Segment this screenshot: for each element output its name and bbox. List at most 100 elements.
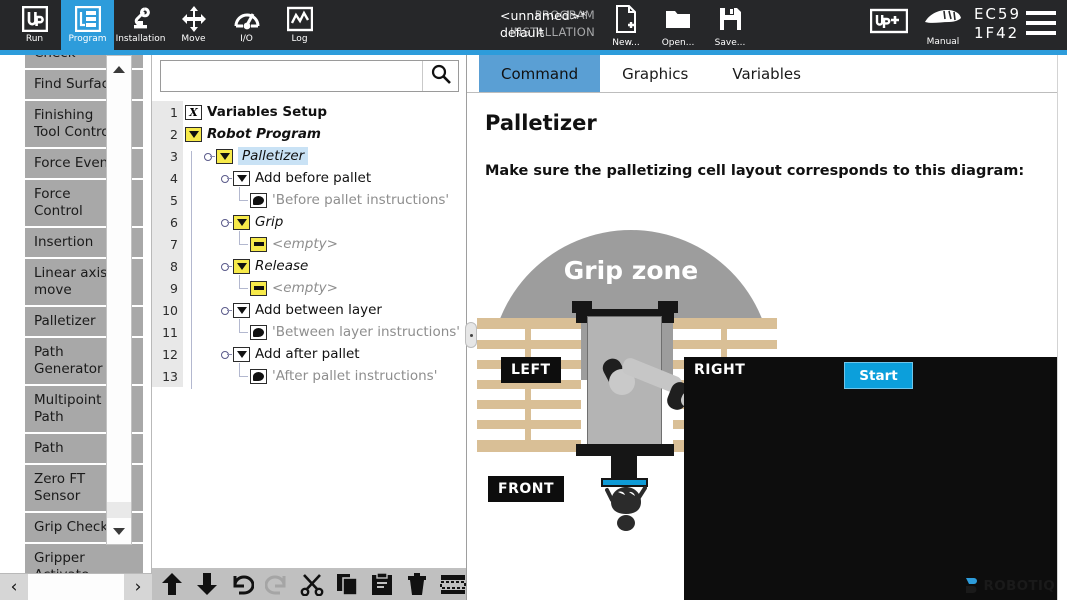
tree-row[interactable]: 6 Grip [152, 211, 466, 233]
search-input[interactable] [161, 61, 422, 91]
tree-row-content: Add before pallet [183, 167, 466, 189]
hscroll-left-button[interactable]: ‹ [0, 573, 28, 600]
tree-expand-pin-icon[interactable] [202, 145, 216, 167]
delete-icon[interactable] [405, 570, 430, 598]
tree-row-label: Add after pallet [255, 346, 360, 362]
paste-icon[interactable] [370, 570, 395, 598]
tree-row-number: 11 [152, 321, 183, 343]
tree-row[interactable]: 8 Release [152, 255, 466, 277]
tree-row-number: 6 [152, 211, 183, 233]
tree-expand-pin-icon[interactable] [219, 255, 233, 277]
node-toggle-icon[interactable] [233, 346, 250, 362]
sidebar-scroll-thumb[interactable] [107, 82, 131, 502]
tree-row[interactable]: 9 <empty> [152, 275, 466, 299]
cut-icon[interactable] [300, 570, 325, 598]
robotiq-logo-icon [964, 577, 979, 594]
sidebar-scroll-up-button[interactable] [107, 56, 131, 82]
tree-row[interactable]: 11 'Between layer instructions' [152, 319, 466, 343]
ur-plus-icon [869, 7, 909, 39]
save-floppy-icon [718, 5, 743, 37]
tree-expand-pin-icon[interactable] [219, 343, 233, 365]
folder-toggle-icon[interactable] [233, 214, 250, 230]
empty-node-icon[interactable] [250, 236, 267, 252]
sidebar-vertical-scrollbar[interactable] [106, 55, 132, 545]
tab-graphics[interactable]: Graphics [600, 55, 710, 92]
node-toggle-icon[interactable] [233, 170, 250, 186]
tree-row-label: Grip [255, 214, 284, 230]
nav-tab-program[interactable]: Program [61, 0, 114, 50]
tree-row[interactable]: 5 'Before pallet instructions' [152, 187, 466, 211]
search-button[interactable] [422, 61, 458, 91]
open-program-button[interactable]: Open... [652, 2, 704, 48]
tree-row-number: 5 [152, 189, 183, 211]
program-tree-panel: 1 X Variables Setup 2 Robot Program 3 Palletiz… [152, 55, 467, 600]
move-down-icon[interactable] [194, 570, 219, 598]
comment-icon[interactable] [250, 324, 267, 340]
save-program-button[interactable]: Save... [704, 2, 756, 48]
redo-icon[interactable] [264, 570, 289, 598]
tree-row[interactable]: 1 X Variables Setup [152, 101, 466, 123]
comment-icon[interactable] [250, 368, 267, 384]
robot-serial-id: EC59 1F42 [974, 0, 1021, 43]
tree-row-label: 'Between layer instructions' [272, 324, 460, 340]
ur-plus-button[interactable] [866, 0, 912, 39]
tree-row-content: Robot Program [183, 123, 466, 145]
tree-row[interactable]: 13 'After pallet instructions' [152, 363, 466, 387]
new-program-button[interactable]: New... [600, 2, 652, 48]
tree-row-number: 1 [152, 101, 183, 123]
tree-row[interactable]: 7 <empty> [152, 231, 466, 255]
tree-row[interactable]: 12 Add after pallet [152, 343, 466, 365]
nav-tab-installation[interactable]: Installation [114, 0, 167, 50]
hscroll-right-button[interactable]: › [124, 573, 152, 600]
tree-row[interactable]: 4 Add before pallet [152, 167, 466, 189]
start-button[interactable]: Start [844, 362, 913, 389]
tree-branch-elbow [236, 231, 250, 255]
tree-row-content: X Variables Setup [183, 101, 466, 123]
front-label: FRONT [488, 476, 565, 502]
nav-tab-move[interactable]: Move [167, 0, 220, 50]
installation-name-value: default [500, 25, 544, 40]
copy-icon[interactable] [335, 570, 360, 598]
search-icon [431, 64, 451, 88]
folder-toggle-icon[interactable] [216, 148, 233, 164]
sidebar-scroll-down-button[interactable] [107, 518, 131, 544]
folder-toggle-icon[interactable] [185, 126, 202, 142]
tree-row-content: <empty> [183, 275, 466, 299]
hamburger-menu-icon[interactable] [1021, 0, 1061, 35]
hscroll-track[interactable] [28, 573, 124, 600]
comment-icon[interactable] [250, 192, 267, 208]
tree-row-label: 'Before pallet instructions' [272, 192, 450, 208]
hscroll-thumb[interactable] [28, 573, 98, 600]
suppress-icon[interactable] [440, 570, 466, 598]
tab-command[interactable]: Command [479, 55, 601, 92]
right-panel-edge [1057, 55, 1067, 600]
empty-node-icon[interactable] [250, 280, 267, 296]
tree-row[interactable]: 3 Palletizer [152, 145, 466, 167]
tree-expand-pin-icon[interactable] [219, 167, 233, 189]
tree-expand-pin-icon[interactable] [219, 299, 233, 321]
tree-row[interactable]: 10 Add between layer [152, 299, 466, 321]
manual-mode-button[interactable]: Manual [912, 0, 974, 47]
tab-variables[interactable]: Variables [710, 55, 823, 92]
variables-x-icon[interactable]: X [185, 104, 202, 120]
move-up-icon[interactable] [159, 570, 184, 598]
program-tree[interactable]: 1 X Variables Setup 2 Robot Program 3 Palletiz… [152, 101, 466, 571]
node-toggle-icon[interactable] [233, 302, 250, 318]
sidebar-horizontal-scrollbar[interactable]: ‹ › [0, 573, 152, 600]
tree-row-number: 7 [152, 233, 183, 255]
nav-tab-io[interactable]: I/O [220, 0, 273, 50]
nav-tab-log[interactable]: Log [273, 0, 326, 50]
tree-row[interactable]: 2 Robot Program [152, 123, 466, 145]
tree-row-content: Release [183, 255, 466, 277]
undo-icon[interactable] [229, 570, 254, 598]
folder-toggle-icon[interactable] [233, 258, 250, 274]
tree-row-content: 'Before pallet instructions' [183, 187, 466, 211]
nav-tab-run[interactable]: Run [8, 0, 61, 50]
sidebar-item-gripper-activate[interactable]: Gripper Activate [25, 544, 143, 575]
panel-splitter-handle[interactable] [465, 322, 477, 348]
tree-expand-pin-icon[interactable] [219, 211, 233, 233]
nav-tab-move-label: Move [181, 34, 206, 44]
tree-row-label: Variables Setup [207, 104, 328, 120]
